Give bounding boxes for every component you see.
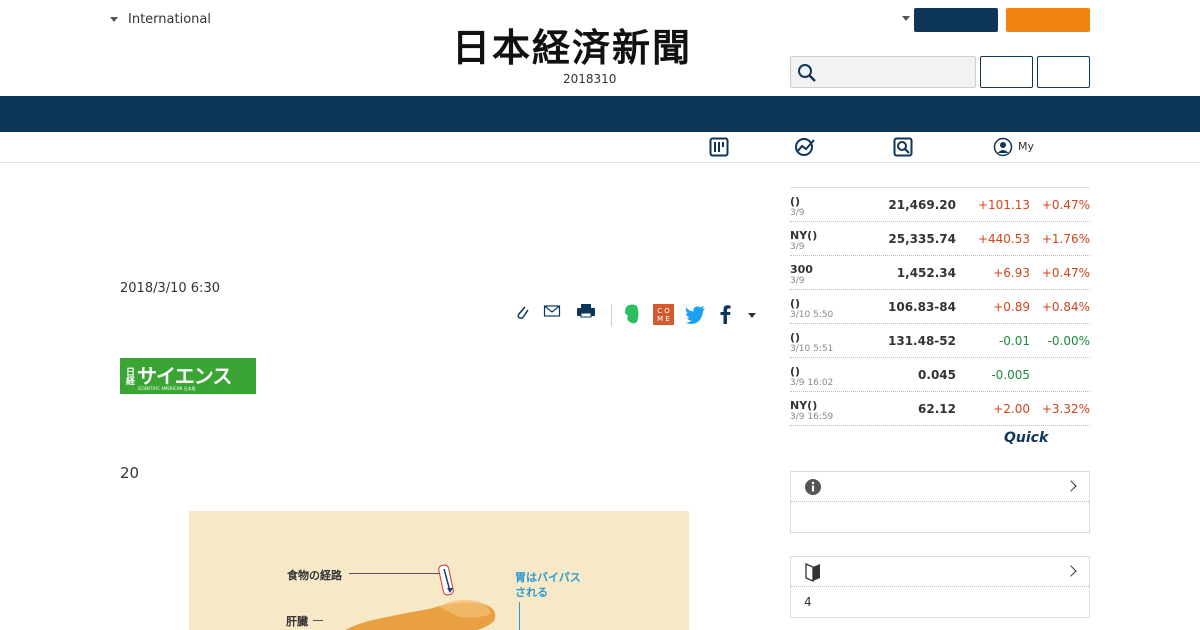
market-name: NY() xyxy=(790,399,818,412)
newspaper-viewer-icon[interactable] xyxy=(709,137,729,157)
chevron-right-icon xyxy=(1065,480,1077,492)
chevron-right-icon xyxy=(1065,565,1077,577)
figure-label-bypass: 胃はバイパス される xyxy=(515,571,581,599)
market-row[interactable]: 300 3/9 1,452.34 +6.93 +0.47% xyxy=(790,256,1090,290)
mail-icon[interactable] xyxy=(543,302,561,322)
leader-line xyxy=(519,602,520,630)
market-name: 300 xyxy=(790,263,813,276)
market-percent: +1.76% xyxy=(1041,232,1090,246)
market-row[interactable]: NY() 3/9 16:59 62.12 +2.00 +3.32% xyxy=(790,392,1090,426)
market-row[interactable]: () 3/9 21,469.20 +101.13 +0.47% xyxy=(790,188,1090,222)
market-value: 1,452.34 xyxy=(896,266,956,280)
twitter-icon[interactable] xyxy=(685,302,707,326)
article-lead: 20 xyxy=(120,464,140,482)
science-logo-subtitle: SCIENTIFIC AMERICAN 日本版 xyxy=(138,386,196,391)
search-input[interactable] xyxy=(790,56,976,88)
info-panel-body xyxy=(791,502,1089,532)
beginner-panel-text: 4 xyxy=(804,595,812,609)
subscribe-button[interactable] xyxy=(1006,8,1090,32)
comemo-icon[interactable]: C O M E xyxy=(653,304,674,325)
market-time: 3/10 5:51 xyxy=(790,344,834,354)
beginner-mark-icon xyxy=(805,563,820,582)
market-change: +440.53 xyxy=(977,232,1030,246)
market-value: 106.83-84 xyxy=(888,300,956,314)
login-button[interactable] xyxy=(914,8,998,32)
share-divider xyxy=(611,304,612,326)
market-row[interactable]: () 3/10 5:51 131.48-52 -0.01 -0.00% xyxy=(790,324,1090,358)
stomach-illustration xyxy=(345,564,496,630)
print-icon[interactable] xyxy=(576,302,596,322)
market-change: -0.005 xyxy=(991,368,1030,382)
market-change: -0.01 xyxy=(998,334,1030,348)
market-percent: +0.47% xyxy=(1041,266,1090,280)
market-value: 0.045 xyxy=(918,368,956,382)
region-selector[interactable]: International xyxy=(110,12,211,27)
article-figure[interactable]: 食物の経路 肝臓 胃はバイパス される xyxy=(189,511,689,630)
market-change: +2.00 xyxy=(993,402,1030,416)
site-logo[interactable]: 日本経済新聞 xyxy=(452,28,692,68)
search-option-button[interactable] xyxy=(980,56,1033,88)
clip-icon[interactable] xyxy=(514,302,530,322)
market-time: 3/9 xyxy=(790,242,805,252)
evernote-icon[interactable] xyxy=(622,302,642,326)
market-value: 131.48-52 xyxy=(888,334,956,348)
search-submit-button[interactable] xyxy=(1037,56,1090,88)
market-change: +0.89 xyxy=(993,300,1030,314)
info-panel-header[interactable] xyxy=(791,472,1089,502)
market-value: 21,469.20 xyxy=(888,198,956,212)
market-percent: +0.84% xyxy=(1041,300,1090,314)
market-percent: -0.00% xyxy=(1047,334,1090,348)
info-panel[interactable] xyxy=(790,471,1090,533)
article-date: 2018/3/10 6:30 xyxy=(120,281,220,296)
market-change: +101.13 xyxy=(977,198,1030,212)
user-icon[interactable] xyxy=(993,137,1013,157)
market-time: 3/9 16:02 xyxy=(790,378,834,388)
info-icon xyxy=(805,479,821,495)
region-label: International xyxy=(128,12,211,27)
market-data-table: () 3/9 21,469.20 +101.13 +0.47% NY() 3/9 25,335… xyxy=(790,187,1090,426)
edition-date: 2018310 xyxy=(563,72,617,86)
market-name: NY() xyxy=(790,229,818,242)
market-value: 62.12 xyxy=(918,402,956,416)
chevron-down-icon xyxy=(110,17,118,22)
figure-label-liver: 肝臓 xyxy=(286,615,308,628)
account-dropdown-icon[interactable] xyxy=(902,16,910,21)
market-percent: +0.47% xyxy=(1041,198,1090,212)
market-time: 3/9 16:59 xyxy=(790,412,834,422)
market-row[interactable]: () 3/10 5:50 106.83-84 +0.89 +0.84% xyxy=(790,290,1090,324)
market-percent: +3.32% xyxy=(1041,402,1090,416)
nikkei-science-logo[interactable]: 日経 サイエンス SCIENTIFIC AMERICAN 日本版 xyxy=(120,358,256,394)
beginner-panel-header[interactable] xyxy=(791,557,1089,587)
search-icon xyxy=(798,64,816,82)
market-row[interactable]: NY() 3/9 25,335.74 +440.53 +1.76% xyxy=(790,222,1090,256)
market-time: 3/10 5:50 xyxy=(790,310,834,320)
market-time: 3/9 xyxy=(790,208,805,218)
market-name: () xyxy=(790,365,801,378)
market-name: () xyxy=(790,331,801,344)
facebook-icon[interactable] xyxy=(718,302,732,326)
market-chart-icon[interactable] xyxy=(794,137,816,157)
my-page-link[interactable]: My xyxy=(1018,140,1034,153)
search-page-icon[interactable] xyxy=(893,137,913,157)
market-change: +6.93 xyxy=(993,266,1030,280)
more-share-dropdown-icon[interactable] xyxy=(748,313,756,318)
market-row[interactable]: () 3/9 16:02 0.045 -0.005 xyxy=(790,358,1090,392)
main-navbar xyxy=(0,96,1200,132)
market-name: () xyxy=(790,297,801,310)
quick-provider-logo[interactable]: Quick xyxy=(1004,430,1048,446)
market-value: 25,335.74 xyxy=(888,232,956,246)
beginner-panel[interactable]: 4 xyxy=(790,556,1090,618)
science-logo-kanji: 日経 xyxy=(124,367,134,385)
market-name: () xyxy=(790,195,801,208)
market-time: 3/9 xyxy=(790,276,805,286)
beginner-panel-body: 4 xyxy=(791,587,1089,617)
